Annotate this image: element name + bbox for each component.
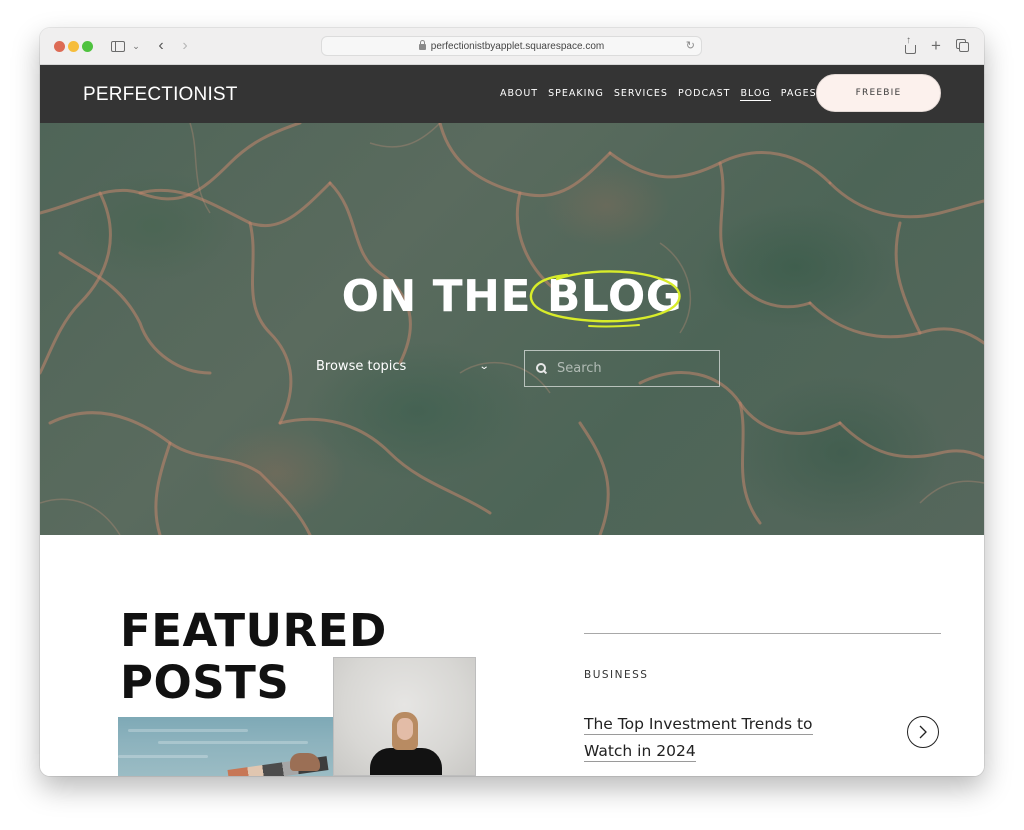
water-caustics-background (40, 123, 984, 535)
post-title-link[interactable]: The Top Investment Trends to Watch in 20… (584, 711, 824, 765)
nav-speaking[interactable]: SPEAKING (548, 88, 604, 101)
post-title-line2: Watch in 2024 (584, 742, 696, 762)
nav-services[interactable]: SERVICES (614, 88, 668, 101)
highlight-circle-scribble (529, 270, 681, 328)
main-nav: ABOUT SPEAKING SERVICES PODCAST BLOG PAG… (500, 88, 817, 101)
new-tab-icon[interactable]: + (929, 36, 943, 56)
freebie-button[interactable]: FREEBIE (816, 74, 941, 112)
url-text: perfectionistbyapplet.squarespace.com (430, 40, 605, 52)
hero-banner: ON THE BLOG Browse topics ⌄ Search (40, 123, 984, 535)
featured-heading-line1: FEATURED (120, 604, 387, 657)
reload-icon[interactable]: ↻ (686, 39, 695, 52)
next-post-button[interactable] (907, 716, 939, 748)
zoom-window-button[interactable] (82, 41, 93, 52)
chevron-down-icon: ⌄ (478, 360, 490, 372)
browse-topics-dropdown[interactable]: Browse topics ⌄ (316, 355, 490, 377)
browse-topics-label: Browse topics (316, 358, 407, 374)
nav-about[interactable]: ABOUT (500, 88, 538, 101)
hero-title-prefix: ON THE (341, 271, 547, 322)
minimize-window-button[interactable] (68, 41, 79, 52)
browser-toolbar: ⌄ ‹ › perfectionistbyapplet.squarespace.… (40, 28, 984, 65)
featured-section: FEATURED POSTS BUSINESS The Top Investme… (40, 535, 984, 776)
site-header: PERFECTIONIST ABOUT SPEAKING SERVICES PO… (40, 65, 984, 123)
address-bar[interactable]: perfectionistbyapplet.squarespace.com ↻ (321, 36, 702, 56)
nav-blog[interactable]: BLOG (740, 88, 771, 101)
post-title-line1: The Top Investment Trends to (584, 715, 813, 735)
search-input[interactable]: Search (524, 350, 720, 387)
featured-image-portrait[interactable] (333, 657, 476, 776)
back-arrow-icon[interactable]: ‹ (154, 36, 168, 56)
site-logo[interactable]: PERFECTIONIST (83, 84, 238, 106)
nav-pages[interactable]: PAGES (781, 88, 817, 101)
post-divider (584, 633, 941, 634)
search-placeholder: Search (557, 361, 602, 376)
close-window-button[interactable] (54, 41, 65, 52)
share-icon[interactable]: ↑ (903, 36, 917, 56)
chevron-down-icon[interactable]: ⌄ (131, 36, 141, 56)
post-category[interactable]: BUSINESS (584, 669, 648, 681)
tab-overview-icon[interactable] (955, 36, 971, 56)
lock-icon (418, 40, 426, 50)
browser-window: ⌄ ‹ › perfectionistbyapplet.squarespace.… (40, 28, 984, 776)
sidebar-icon[interactable] (110, 36, 126, 56)
chevron-right-icon (919, 725, 927, 739)
nav-podcast[interactable]: PODCAST (678, 88, 731, 101)
search-icon (536, 363, 547, 374)
forward-arrow-icon[interactable]: › (178, 36, 192, 56)
featured-image-sky[interactable] (118, 717, 333, 776)
hero-title: ON THE BLOG (40, 271, 984, 322)
